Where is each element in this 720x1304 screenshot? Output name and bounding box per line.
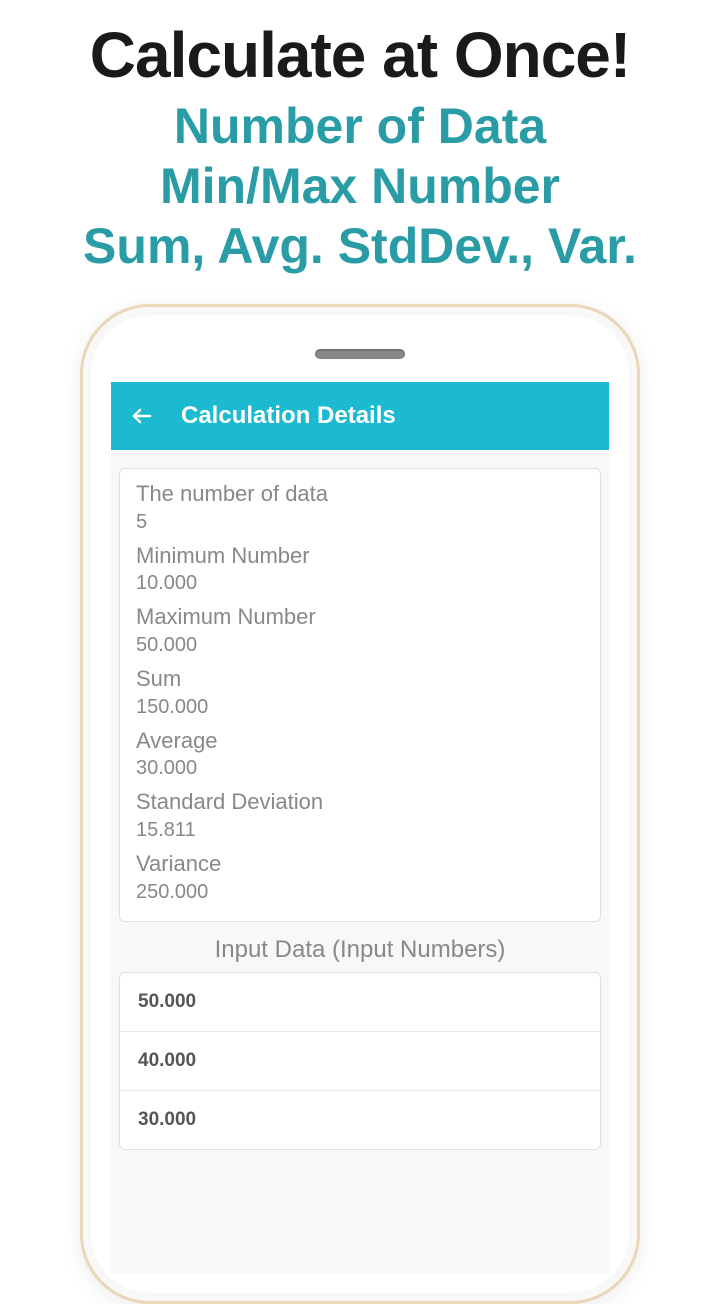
- input-row[interactable]: 30.000: [120, 1091, 600, 1149]
- stat-value: 15.811: [136, 817, 584, 843]
- phone-frame: Calculation Details The number of data 5…: [80, 304, 640, 1304]
- back-icon[interactable]: [129, 403, 155, 429]
- app-bar: Calculation Details: [111, 382, 609, 450]
- stat-value: 250.000: [136, 879, 584, 905]
- input-section-title: Input Data (Input Numbers): [111, 922, 609, 972]
- stat-label: Maximum Number: [136, 602, 584, 632]
- stats-card: The number of data 5 Minimum Number 10.0…: [119, 468, 601, 922]
- stat-minimum: Minimum Number 10.000: [136, 541, 584, 597]
- input-data-card: 50.000 40.000 30.000: [119, 972, 601, 1150]
- phone-mockup: Calculation Details The number of data 5…: [0, 304, 720, 1304]
- promo-subtitle: Number of Data Min/Max Number Sum, Avg. …: [0, 92, 720, 276]
- promo-title: Calculate at Once!: [0, 0, 720, 92]
- stat-label: The number of data: [136, 479, 584, 509]
- stat-value: 5: [136, 509, 584, 535]
- stat-value: 150.000: [136, 694, 584, 720]
- stat-average: Average 30.000: [136, 726, 584, 782]
- promo-line-2: Min/Max Number: [10, 156, 710, 216]
- stat-value: 50.000: [136, 632, 584, 658]
- stat-number-of-data: The number of data 5: [136, 479, 584, 535]
- stat-maximum: Maximum Number 50.000: [136, 602, 584, 658]
- stat-label: Minimum Number: [136, 541, 584, 571]
- app-bar-title: Calculation Details: [181, 402, 396, 430]
- promo-line-1: Number of Data: [10, 96, 710, 156]
- phone-screen: Calculation Details The number of data 5…: [111, 382, 609, 1273]
- input-row[interactable]: 50.000: [120, 973, 600, 1032]
- stat-label: Average: [136, 726, 584, 756]
- stat-label: Sum: [136, 664, 584, 694]
- stat-label: Variance: [136, 849, 584, 879]
- stat-value: 30.000: [136, 755, 584, 781]
- content-area: The number of data 5 Minimum Number 10.0…: [111, 450, 609, 1150]
- input-row[interactable]: 40.000: [120, 1032, 600, 1091]
- stat-std-dev: Standard Deviation 15.811: [136, 787, 584, 843]
- promo-line-3: Sum, Avg. StdDev., Var.: [10, 216, 710, 276]
- stat-variance: Variance 250.000: [136, 849, 584, 905]
- stat-value: 10.000: [136, 570, 584, 596]
- stat-label: Standard Deviation: [136, 787, 584, 817]
- stat-sum: Sum 150.000: [136, 664, 584, 720]
- phone-speaker: [315, 349, 405, 359]
